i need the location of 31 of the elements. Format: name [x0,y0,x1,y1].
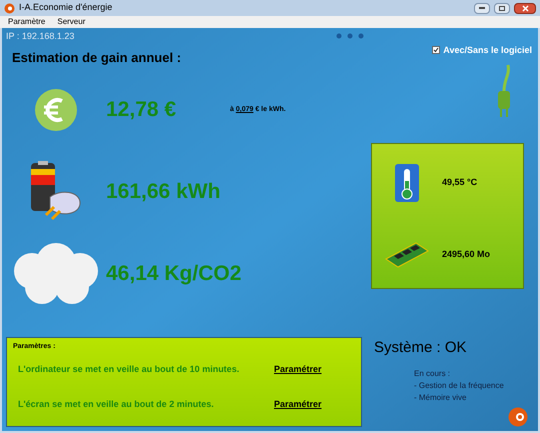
app-logo-icon [4,2,15,14]
configure-link[interactable]: Paramétrer [274,398,322,412]
configure-link[interactable]: Paramétrer [274,363,322,377]
system-value: 49,55 °C [442,176,478,190]
menu-item[interactable]: Paramètre [8,16,46,28]
menu-item[interactable]: Serveur [57,16,86,28]
close-icon [522,4,528,12]
metric-value: 161,66 kWh [106,178,222,205]
system-value: 2495,60 Mo [442,248,490,262]
minimize-button[interactable] [474,2,490,14]
thermometer-icon [394,163,420,203]
cloud-icon [12,243,100,305]
power-plug-icon [496,63,512,119]
metric-value: 46,14 Kg/CO2 [106,260,242,287]
standby-text: L'ordinateur se met en veille au bout de 10 minutes. [18,363,240,376]
maximize-button[interactable] [494,2,510,14]
heading: Estimation de gain annuel : [11,48,182,67]
close-button[interactable] [514,2,536,14]
running-item: - Gestion de la fréquence [414,380,505,392]
running-label: En cours : [414,368,452,380]
ip-address: IP : 192.168.1.23 [6,30,74,43]
window-title: I-A.Economie d'énergie [19,1,114,14]
system-status: Système : OK [374,338,468,358]
app-logo-icon [508,407,528,427]
checkmark-icon [433,47,440,54]
dots-icon [336,33,364,39]
metric-value: 12,78 € [106,96,178,123]
standby-text: L'écran se met en veille au bout de 2 minutes. [18,398,215,411]
running-item: - Mémoire vive [414,392,468,404]
memory-module-icon [384,241,430,269]
euro-coin-icon [34,88,78,132]
